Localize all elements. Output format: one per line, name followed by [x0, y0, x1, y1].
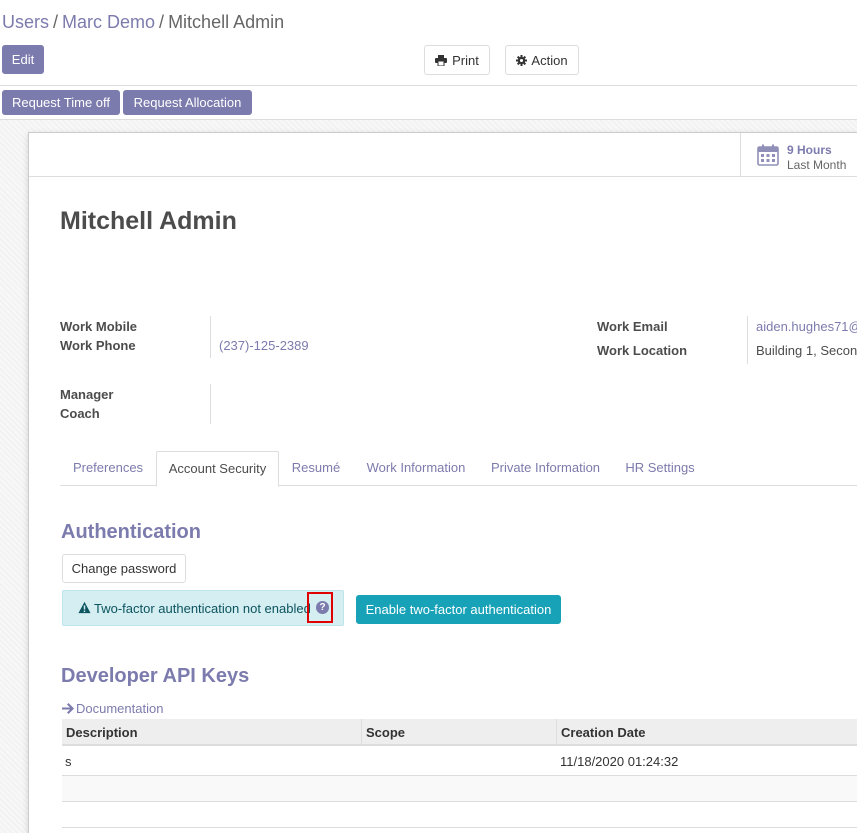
tab-preferences[interactable]: Preferences — [60, 451, 156, 486]
work-email-label: Work Email — [597, 319, 668, 334]
row-creation-date: 11/18/2020 01:24:32 — [560, 754, 679, 769]
change-password-button[interactable]: Change password — [62, 554, 186, 583]
hours-stat-button[interactable]: 9 Hours Last Month — [740, 133, 857, 177]
breadcrumb-separator: / — [159, 12, 165, 32]
print-label: Print — [452, 52, 479, 68]
column-description: Description — [62, 719, 362, 746]
employee-form-sheet: 9 Hours Last Month Mitchell Admin Work M… — [28, 132, 857, 833]
notebook-tabs: Preferences Account Security Resumé Work… — [60, 451, 857, 487]
request-time-off-button[interactable]: Request Time off — [2, 90, 120, 115]
work-phone-value[interactable]: (237)-125-2389 — [219, 338, 309, 353]
tab-hr-settings[interactable]: HR Settings — [612, 451, 708, 486]
two-factor-alert-text: Two-factor authentication not enabled — [94, 601, 311, 616]
stat-caption: Last Month — [787, 158, 847, 172]
field-separator — [210, 384, 211, 424]
highlight-box — [307, 592, 333, 623]
breadcrumb-separator: / — [53, 12, 59, 32]
gear-icon — [516, 54, 528, 66]
manager-label: Manager — [60, 387, 114, 402]
row-description: s — [65, 754, 72, 769]
work-phone-label: Work Phone — [60, 338, 136, 353]
tab-work-information[interactable]: Work Information — [353, 451, 479, 486]
edit-button[interactable]: Edit — [2, 45, 44, 74]
arrow-right-icon — [62, 703, 74, 714]
enable-two-factor-button[interactable]: Enable two-factor authentication — [356, 595, 561, 624]
coach-label: Coach — [60, 406, 100, 421]
breadcrumb: Users / Marc Demo / Mitchell Admin — [2, 12, 284, 33]
calendar-icon — [757, 144, 779, 166]
documentation-link[interactable]: Documentation — [62, 701, 163, 716]
documentation-label: Documentation — [76, 701, 164, 716]
button-box: 9 Hours Last Month — [29, 133, 857, 177]
warning-icon — [78, 601, 91, 614]
table-header: Description Scope Creation Date — [62, 719, 857, 746]
work-location-value: Building 1, Secon — [756, 343, 857, 358]
work-location-label: Work Location — [597, 343, 688, 358]
tab-account-security[interactable]: Account Security — [156, 451, 279, 487]
empty-row — [62, 776, 857, 801]
work-email-value[interactable]: aiden.hughes71@ — [756, 319, 857, 334]
column-creation-date: Creation Date — [561, 725, 646, 740]
field-separator — [210, 316, 211, 358]
divider — [0, 85, 857, 86]
action-button[interactable]: Action — [505, 45, 579, 75]
tab-private-information[interactable]: Private Information — [479, 451, 612, 486]
stat-value: 9 Hours — [787, 143, 832, 157]
two-factor-alert: Two-factor authentication not enabled ? — [62, 590, 344, 626]
row-divider — [62, 827, 857, 828]
breadcrumb-users[interactable]: Users — [2, 12, 49, 32]
row-divider — [62, 801, 857, 802]
print-icon — [435, 54, 448, 66]
breadcrumb-current: Mitchell Admin — [168, 12, 285, 32]
tab-resume[interactable]: Resumé — [279, 451, 353, 486]
field-separator — [747, 316, 748, 364]
request-allocation-button[interactable]: Request Allocation — [123, 90, 252, 115]
employee-name: Mitchell Admin — [60, 207, 237, 235]
work-mobile-label: Work Mobile — [60, 319, 138, 334]
api-keys-heading: Developer API Keys — [61, 665, 250, 687]
print-button[interactable]: Print — [424, 45, 490, 75]
column-scope: Scope — [362, 719, 557, 746]
authentication-heading: Authentication — [61, 521, 201, 543]
breadcrumb-marc-demo[interactable]: Marc Demo — [62, 12, 155, 32]
action-label: Action — [531, 52, 568, 68]
